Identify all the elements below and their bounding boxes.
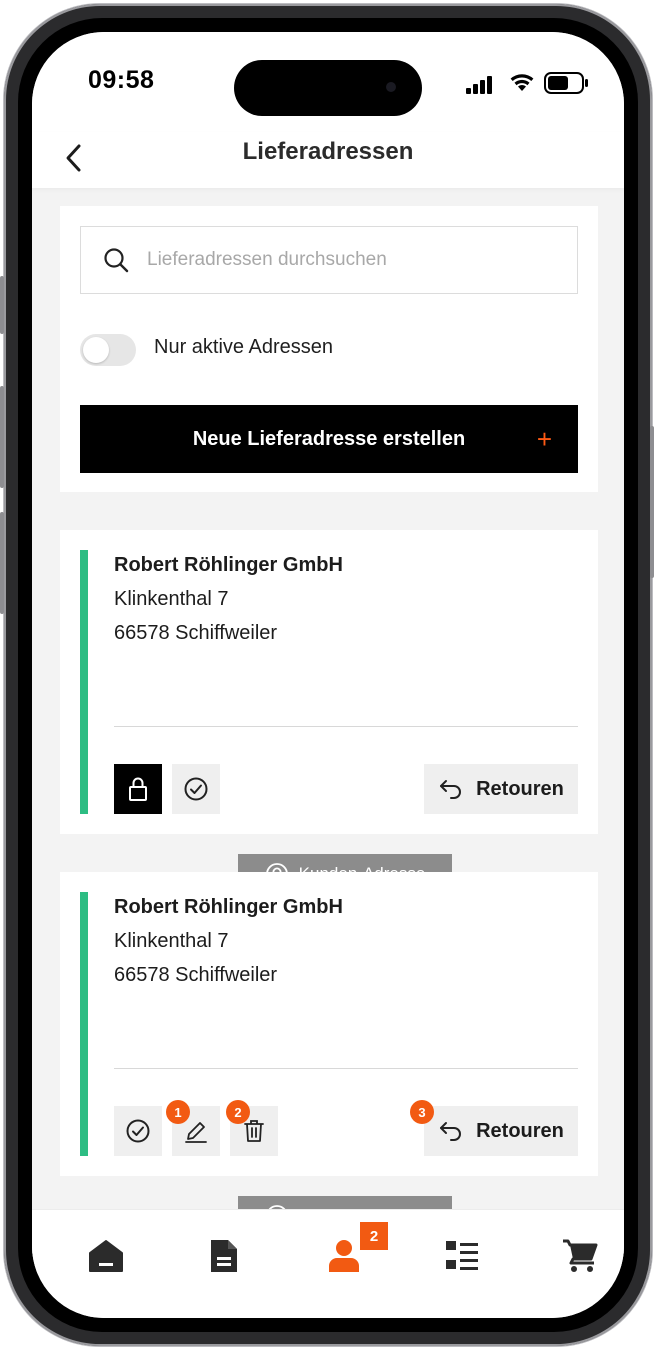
navigation-header: Lieferadressen <box>32 132 624 188</box>
list-icon <box>446 1241 478 1270</box>
active-indicator <box>80 892 88 1156</box>
check-circle-icon <box>126 1119 150 1143</box>
active-only-label: Nur aktive Adressen <box>154 336 333 358</box>
volume-down-button <box>0 512 4 614</box>
power-button <box>650 426 654 578</box>
phone-frame: 09:58 Lieferadressen Lieferadressen durc… <box>0 4 654 1346</box>
returns-label: Retouren <box>476 1119 564 1142</box>
address-street: Klinkenthal 7 <box>114 588 229 610</box>
marker-badge-3: 3 <box>410 1100 434 1124</box>
address-name: Robert Röhlinger GmbH <box>114 554 343 576</box>
new-address-button[interactable]: Neue Lieferadresse erstellen + <box>80 405 578 473</box>
dynamic-island <box>234 60 422 116</box>
wifi-icon <box>510 74 534 91</box>
camera-dot <box>386 82 396 92</box>
set-default-button[interactable] <box>172 764 220 814</box>
divider <box>114 1068 578 1069</box>
tab-lists[interactable] <box>438 1232 486 1280</box>
lock-button[interactable] <box>114 764 162 814</box>
return-arrow-icon <box>440 1122 462 1141</box>
status-bar: 09:58 <box>32 32 624 132</box>
active-indicator <box>80 550 88 814</box>
active-only-toggle[interactable] <box>80 334 136 366</box>
address-card: Robert Röhlinger GmbH Klinkenthal 7 6657… <box>60 872 598 1176</box>
check-circle-icon <box>184 777 208 801</box>
search-box <box>80 226 578 294</box>
volume-up-button <box>0 386 4 488</box>
returns-button[interactable]: Retouren <box>424 764 578 814</box>
document-icon <box>211 1240 237 1272</box>
returns-label: Retouren <box>476 777 564 800</box>
battery-icon <box>544 72 588 94</box>
address-card: Robert Röhlinger GmbH Klinkenthal 7 6657… <box>60 530 598 834</box>
marker-badge-2: 2 <box>226 1100 250 1124</box>
user-icon <box>329 1240 359 1272</box>
pencil-icon <box>185 1122 207 1143</box>
filter-card: Nur aktive Adressen Neue Lieferadresse e… <box>60 206 598 492</box>
set-default-button[interactable] <box>114 1106 162 1156</box>
search-icon <box>104 248 129 273</box>
home-icon <box>89 1240 123 1272</box>
bezel: 09:58 Lieferadressen Lieferadressen durc… <box>18 18 638 1332</box>
tab-home[interactable] <box>82 1232 130 1280</box>
search-input[interactable] <box>147 227 567 293</box>
profile-badge: 2 <box>360 1222 388 1250</box>
new-address-label: Neue Lieferadresse erstellen <box>192 427 466 450</box>
toggle-knob <box>83 337 109 363</box>
plus-icon: + <box>536 424 552 454</box>
status-time: 09:58 <box>88 66 155 94</box>
return-arrow-icon <box>440 780 462 799</box>
screen: 09:58 Lieferadressen Lieferadressen durc… <box>32 32 624 1318</box>
lock-icon <box>129 777 147 801</box>
silent-switch <box>0 276 4 334</box>
marker-badge-1: 1 <box>166 1100 190 1124</box>
address-street: Klinkenthal 7 <box>114 930 229 952</box>
cart-icon <box>563 1239 598 1272</box>
address-name: Robert Röhlinger GmbH <box>114 896 343 918</box>
tab-cart[interactable] <box>556 1232 604 1280</box>
divider <box>114 726 578 727</box>
trash-icon <box>244 1120 264 1142</box>
returns-button[interactable]: Retouren <box>424 1106 578 1156</box>
page-title: Lieferadressen <box>242 138 414 165</box>
tab-documents[interactable] <box>200 1232 248 1280</box>
address-city: 66578 Schiffweiler <box>114 964 278 986</box>
cellular-signal-icon <box>466 76 492 94</box>
address-city: 66578 Schiffweiler <box>114 622 278 644</box>
tab-bar: 2 <box>32 1210 624 1318</box>
